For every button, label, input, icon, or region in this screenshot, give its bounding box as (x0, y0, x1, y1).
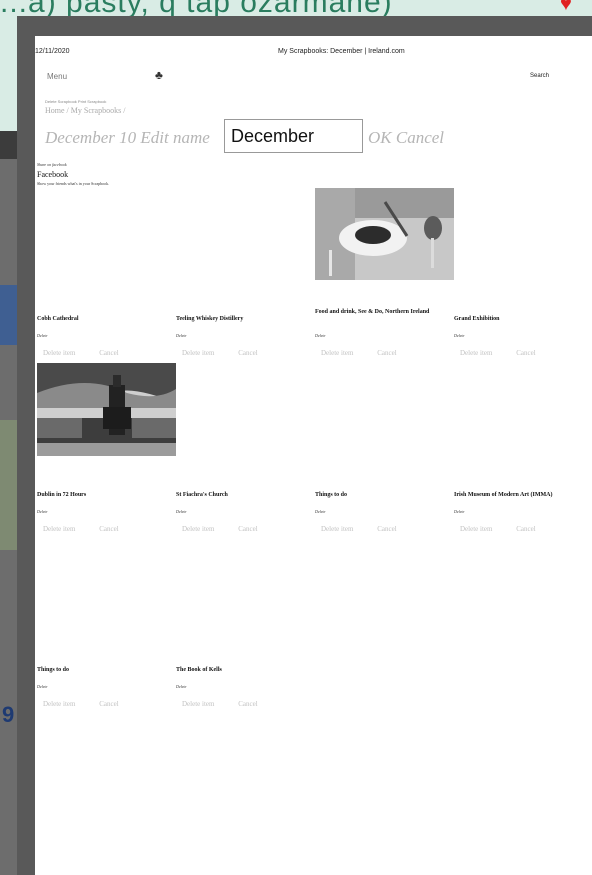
delete-item-button[interactable]: Delete item (43, 700, 75, 708)
list-item: The Book of Kells Delete Delete item Can… (176, 667, 306, 708)
menu-button[interactable]: Menu (47, 72, 67, 81)
delete-item-button[interactable]: Delete item (460, 525, 492, 533)
cancel-button[interactable]: Cancel (396, 128, 444, 147)
scrapbook-name: December 10 (45, 128, 137, 147)
delete-item-button[interactable]: Delete item (182, 700, 214, 708)
item-title[interactable]: Grand Exhibition (454, 316, 584, 323)
item-title[interactable]: The Book of Kells (176, 667, 306, 674)
search-button[interactable]: Search (530, 73, 549, 79)
item-title[interactable]: Things to do (37, 667, 167, 674)
list-item: Cobh Cathedral Delete Delete item Cancel (37, 316, 167, 357)
list-item: St Fiachra's Church Delete Delete item C… (176, 492, 306, 533)
rename-actions: OK Cancel (368, 128, 444, 148)
share-subtitle: Show your friends what's in your Scrapbo… (37, 181, 110, 186)
delete-link[interactable]: Delete (37, 509, 47, 514)
cancel-button[interactable]: Cancel (99, 525, 118, 533)
delete-link[interactable]: Delete (454, 333, 464, 338)
item-title[interactable]: Teeling Whiskey Distillery (176, 316, 306, 323)
scrapbook-actions[interactable]: Delete Scrapbook Print Scrapbook (45, 99, 106, 104)
delete-item-button[interactable]: Delete item (182, 349, 214, 357)
delete-item-button[interactable]: Delete item (182, 525, 214, 533)
cancel-button[interactable]: Cancel (377, 349, 396, 357)
list-item: Irish Museum of Modern Art (IMMA) Delete… (454, 492, 584, 533)
facebook-link[interactable]: Facebook (37, 170, 68, 179)
cancel-button[interactable]: Cancel (238, 700, 257, 708)
list-item: Things to do Delete Delete item Cancel (315, 492, 445, 533)
cancel-button[interactable]: Cancel (238, 525, 257, 533)
cancel-button[interactable]: Cancel (516, 525, 535, 533)
cancel-button[interactable]: Cancel (99, 349, 118, 357)
edit-name-link[interactable]: Edit name (140, 128, 209, 147)
item-title[interactable]: Things to do (315, 492, 445, 499)
print-date: 12/11/2020 (35, 48, 70, 55)
item-photo-campanile (37, 363, 176, 456)
print-preview-page: 12/11/2020 My Scrapbooks: December | Ire… (35, 36, 592, 875)
item-title[interactable]: Cobh Cathedral (37, 316, 167, 323)
delete-link[interactable]: Delete (176, 684, 186, 689)
item-title[interactable]: St Fiachra's Church (176, 492, 306, 499)
delete-link[interactable]: Delete (37, 333, 47, 338)
print-page-title: My Scrapbooks: December | Ireland.com (278, 48, 405, 55)
heart-icon: ♥ (560, 0, 572, 15)
scrapbook-title: December 10 Edit name (45, 128, 210, 148)
cancel-button[interactable]: Cancel (516, 349, 535, 357)
list-item: Things to do Delete Delete item Cancel (37, 667, 167, 708)
delete-item-button[interactable]: Delete item (321, 525, 353, 533)
item-photo-food (315, 188, 454, 280)
share-heading: Share on facebook (37, 162, 67, 167)
ok-button[interactable]: OK (368, 128, 392, 147)
item-title[interactable]: Dublin in 72 Hours (37, 492, 167, 499)
cancel-button[interactable]: Cancel (377, 525, 396, 533)
delete-item-button[interactable]: Delete item (321, 349, 353, 357)
list-item: Teeling Whiskey Distillery Delete Delete… (176, 316, 306, 357)
list-item: Food and drink, See & Do, Northern Irela… (315, 309, 445, 357)
delete-link[interactable]: Delete (315, 333, 325, 338)
delete-link[interactable]: Delete (37, 684, 47, 689)
delete-item-button[interactable]: Delete item (43, 525, 75, 533)
breadcrumb[interactable]: Home / My Scrapbooks / (45, 106, 125, 115)
item-title[interactable]: Food and drink, See & Do, Northern Irela… (315, 309, 445, 316)
delete-link[interactable]: Delete (176, 333, 186, 338)
delete-link[interactable]: Delete (176, 509, 186, 514)
cancel-button[interactable]: Cancel (238, 349, 257, 357)
delete-item-button[interactable]: Delete item (43, 349, 75, 357)
delete-link[interactable]: Delete (454, 509, 464, 514)
list-item: Dublin in 72 Hours Delete Delete item Ca… (37, 492, 167, 533)
item-title[interactable]: Irish Museum of Modern Art (IMMA) (454, 492, 584, 499)
cancel-button[interactable]: Cancel (99, 700, 118, 708)
shamrock-icon[interactable]: ♣ (155, 68, 169, 82)
list-item: Grand Exhibition Delete Delete item Canc… (454, 316, 584, 357)
scrapbook-name-input[interactable] (224, 119, 363, 153)
delete-link[interactable]: Delete (315, 509, 325, 514)
delete-item-button[interactable]: Delete item (460, 349, 492, 357)
